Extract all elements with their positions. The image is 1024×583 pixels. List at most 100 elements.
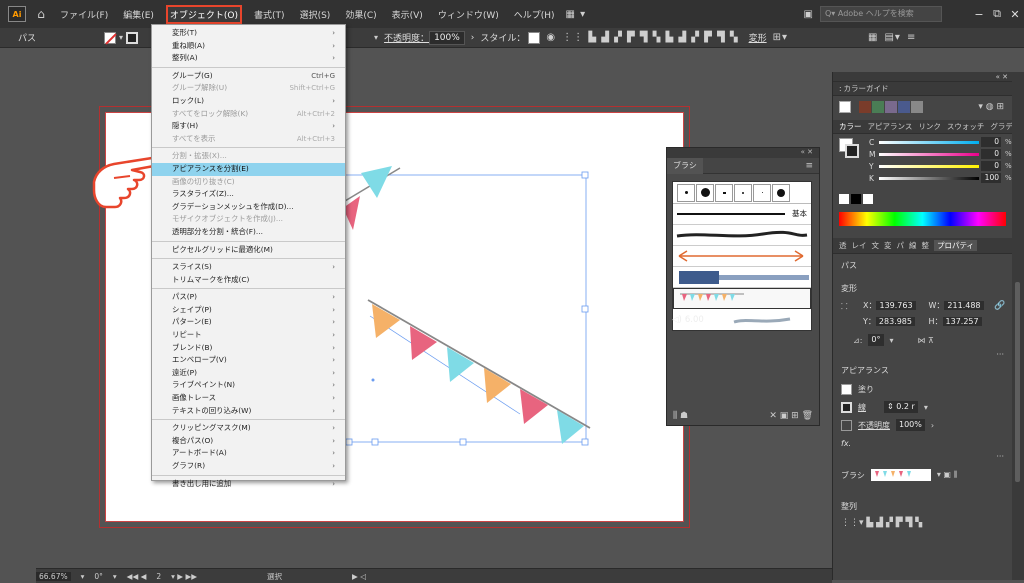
- opacity-arrow-icon[interactable]: ›: [471, 33, 475, 43]
- object-menu-item[interactable]: アートボード(A) ›: [152, 447, 345, 460]
- color-spectrum[interactable]: [839, 212, 1006, 226]
- object-menu-item[interactable]: 画像トレース ›: [152, 392, 345, 405]
- appearance-opacity-field[interactable]: 100%: [896, 419, 925, 431]
- opacity-arrow-icon[interactable]: ›: [931, 421, 934, 430]
- object-menu-item[interactable]: 変形(T) ›: [152, 27, 345, 40]
- rotation-field[interactable]: 0°: [94, 572, 103, 581]
- opacity-field[interactable]: 100%: [429, 30, 465, 45]
- object-menu-item[interactable]: ラスタライズ(Z)...: [152, 188, 345, 201]
- properties-tab-4[interactable]: パ: [897, 240, 905, 251]
- restore-button[interactable]: ⧉: [988, 7, 1006, 21]
- stroke-dropdown-icon[interactable]: ▾: [374, 33, 378, 42]
- opacity-label[interactable]: 不透明度：: [384, 31, 429, 44]
- artboard-number[interactable]: 2: [156, 572, 161, 581]
- channel-slider[interactable]: [879, 176, 979, 180]
- menu-6[interactable]: 表示(V): [389, 6, 426, 23]
- brush-panel-menu-icon[interactable]: ≡: [805, 161, 813, 171]
- object-menu-item[interactable]: クリッピングマスク(M) ›: [152, 422, 345, 435]
- color-tab-1[interactable]: アピアランス: [868, 121, 913, 132]
- appearance-fill-swatch[interactable]: [841, 384, 852, 395]
- object-menu-item[interactable]: ロック(L) ›: [152, 95, 345, 108]
- object-menu-item[interactable]: 隠す(H) ›: [152, 120, 345, 133]
- object-menu-item[interactable]: 整列(A) ›: [152, 52, 345, 65]
- fill-swatch[interactable]: [104, 31, 117, 44]
- dock-header[interactable]: « ✕: [833, 72, 1012, 82]
- brush-basic[interactable]: 基本: [673, 204, 811, 225]
- brush-arrow[interactable]: [673, 246, 811, 267]
- brush-dot-small[interactable]: [677, 183, 695, 202]
- channel-value[interactable]: 0: [981, 137, 1001, 147]
- isolate-icon[interactable]: ⊞▾: [773, 32, 788, 43]
- artboard-nav-next-icons[interactable]: ▾ ▶ ▶▶: [171, 572, 197, 581]
- guide-swatch-2[interactable]: [872, 101, 884, 113]
- menu-7[interactable]: ウィンドウ(W): [435, 6, 502, 23]
- brush-dash[interactable]: [715, 183, 733, 202]
- menu-0[interactable]: ファイル(F): [57, 6, 111, 23]
- properties-tab-6[interactable]: 整: [922, 240, 930, 251]
- properties-tab-3[interactable]: 変: [884, 240, 892, 251]
- tab-brushes[interactable]: ブラシ: [667, 157, 703, 174]
- brush-dot-large[interactable]: [696, 183, 714, 202]
- more-appearance-icon[interactable]: ···: [841, 452, 1004, 461]
- object-menu-item[interactable]: 重ね順(A) ›: [152, 40, 345, 53]
- more-transform-icon[interactable]: ···: [841, 350, 1004, 359]
- object-menu-item[interactable]: テキストの回り込み(W) ›: [152, 405, 345, 418]
- guide-base-swatch[interactable]: [839, 101, 851, 113]
- recolor-icon[interactable]: ◉: [546, 32, 556, 43]
- guide-swatch-4[interactable]: [898, 101, 910, 113]
- brush-bunting-flags[interactable]: [673, 288, 811, 309]
- properties-tab-2[interactable]: 文: [872, 240, 880, 251]
- h-field[interactable]: 137.257: [942, 317, 982, 326]
- object-menu-item[interactable]: ライブペイント(N) ›: [152, 379, 345, 392]
- y-field[interactable]: 283.985: [875, 317, 915, 326]
- object-menu-item[interactable]: 複合パス(O) ›: [152, 435, 345, 448]
- menu-3[interactable]: 書式(T): [251, 6, 288, 23]
- color-tab-4[interactable]: グラデーシ: [990, 121, 1012, 132]
- channel-slider[interactable]: [879, 164, 979, 168]
- brush-dot-medium[interactable]: [772, 183, 790, 202]
- menu-1[interactable]: 編集(E): [120, 6, 157, 23]
- channel-value[interactable]: 100: [981, 173, 1001, 183]
- workspace-switcher-icon[interactable]: ▦ ▾: [566, 9, 587, 20]
- brush-charcoal[interactable]: [673, 225, 811, 246]
- object-menu-item[interactable]: シェイプ(P) ›: [152, 304, 345, 317]
- close-button[interactable]: ✕: [1006, 8, 1024, 21]
- properties-tab-7[interactable]: プロパティ: [934, 240, 978, 251]
- angle-field[interactable]: 0°: [868, 334, 884, 346]
- stroke-label[interactable]: 線: [858, 402, 866, 413]
- angle-dropdown-icon[interactable]: ▾: [890, 336, 894, 345]
- stroke-swatch[interactable]: [126, 31, 139, 44]
- align-icons[interactable]: ⋮⋮ ▙ ▟ ▞ ▛ ▜ ▚ ▙ ▟ ▞ ▛ ▜ ▚: [562, 32, 738, 43]
- object-menu-item[interactable]: パス(P) ›: [152, 291, 345, 304]
- guide-swatch-1[interactable]: [859, 101, 871, 113]
- object-menu-item[interactable]: 遠近(P) ›: [152, 367, 345, 380]
- guide-swatch-3[interactable]: [885, 101, 897, 113]
- panel-options-icon[interactable]: ▤▾: [884, 32, 900, 43]
- menu-8[interactable]: ヘルプ(H): [511, 6, 558, 23]
- appearance-opacity-label[interactable]: 不透明度: [858, 420, 890, 431]
- black-swatch[interactable]: [851, 194, 861, 204]
- minimize-button[interactable]: −: [970, 8, 988, 21]
- object-menu-item[interactable]: エンベロープ(V) ›: [152, 354, 345, 367]
- rotation-dropdown-icon[interactable]: ▾: [113, 572, 117, 581]
- fx-button[interactable]: fx.: [841, 439, 1004, 448]
- menu-2[interactable]: オブジェクト(O): [165, 4, 243, 24]
- align-buttons[interactable]: ⋮⋮▾ ▙ ▟ ▞ ▛ ▜ ▚: [841, 518, 1004, 528]
- object-menu-item[interactable]: リピート ›: [152, 329, 345, 342]
- graphic-style-swatch[interactable]: [528, 31, 541, 44]
- menu-icon[interactable]: ≡: [907, 32, 916, 43]
- reference-point-icon[interactable]: ⸬: [841, 301, 857, 312]
- right-panel-scrollbar[interactable]: [1012, 72, 1024, 580]
- properties-tab-0[interactable]: 透: [839, 240, 847, 251]
- brush-panel-header[interactable]: « ✕: [667, 148, 819, 158]
- brush-preview[interactable]: [870, 469, 931, 481]
- arrange-icon[interactable]: ▦: [868, 32, 878, 43]
- appearance-stroke-swatch[interactable]: [841, 401, 852, 413]
- w-field[interactable]: 211.488: [944, 301, 984, 310]
- properties-tab-5[interactable]: 線: [909, 240, 917, 251]
- help-search-input[interactable]: Q▾ Adobe ヘルプを検索: [820, 6, 942, 22]
- properties-tab-1[interactable]: レイ: [852, 240, 867, 251]
- object-menu-item[interactable]: ブレンド(B) ›: [152, 342, 345, 355]
- brush-dropdown-icon[interactable]: ▾ ▣ ⫼: [937, 470, 957, 480]
- arrange-documents-icon[interactable]: ▣: [804, 9, 814, 20]
